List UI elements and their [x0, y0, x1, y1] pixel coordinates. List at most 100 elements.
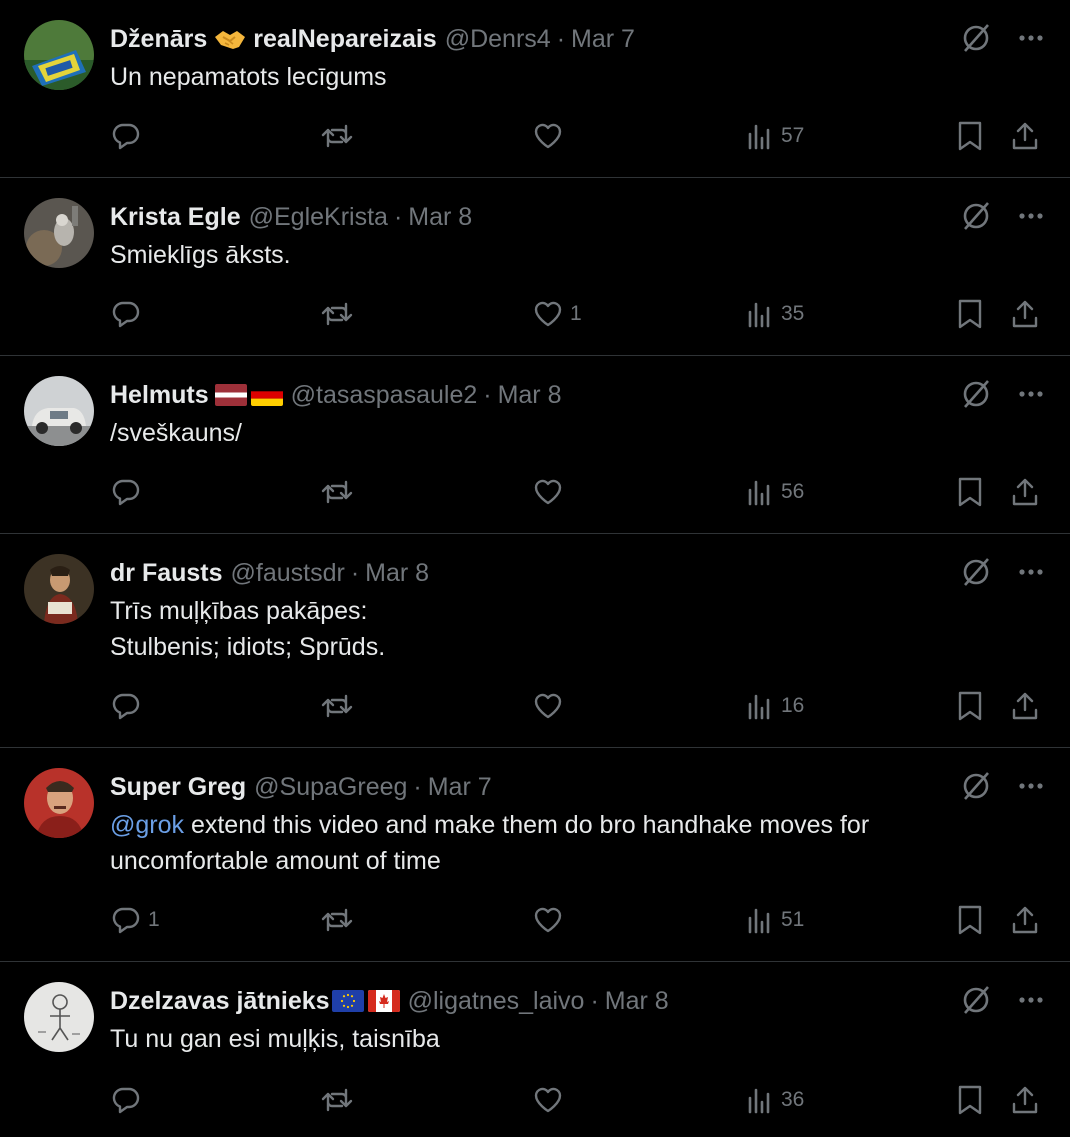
grok-icon[interactable] [960, 378, 992, 410]
bookmark-icon [958, 299, 982, 329]
post-date[interactable]: Mar 8 [408, 203, 472, 232]
like-button[interactable]: 1 [532, 294, 582, 334]
author-handle[interactable]: @Denrs4 [445, 25, 551, 54]
more-icon[interactable] [1018, 212, 1044, 220]
bookmark-button[interactable] [956, 900, 984, 940]
share-button[interactable] [1010, 116, 1040, 156]
retweet-button[interactable] [320, 116, 360, 156]
retweet-button[interactable] [320, 294, 360, 334]
tweet[interactable]: Dzelzavas jātnieks @ligatnes_laivo · Mar… [0, 962, 1070, 1137]
views-button[interactable]: 51 [745, 900, 804, 940]
separator-dot: · [393, 202, 403, 231]
tweet[interactable]: Super Greg @SupaGreeg · Mar 7 @grok exte… [0, 748, 1070, 962]
more-icon[interactable] [1018, 390, 1044, 398]
views-button[interactable]: 16 [745, 686, 804, 726]
reply-button[interactable] [110, 472, 148, 512]
like-button[interactable] [532, 116, 570, 156]
share-button[interactable] [1010, 1080, 1040, 1120]
post-date[interactable]: Mar 7 [571, 25, 635, 54]
bookmark-button[interactable] [956, 472, 984, 512]
retweet-button[interactable] [320, 686, 360, 726]
author-name[interactable]: Dženārs [110, 25, 207, 54]
retweet-icon [321, 124, 353, 148]
tweet[interactable]: Krista Egle @EgleKrista · Mar 8 Smieklīg… [0, 178, 1070, 356]
grok-icon[interactable] [960, 22, 992, 54]
author-handle[interactable]: @SupaGreeg [254, 773, 407, 802]
bookmark-button[interactable] [956, 686, 984, 726]
views-icon [748, 694, 770, 720]
avatar[interactable] [24, 376, 94, 446]
share-icon [1012, 300, 1038, 328]
reply-icon [112, 301, 140, 328]
author-name[interactable]: dr Fausts [110, 559, 223, 588]
author-handle[interactable]: @EgleKrista [249, 203, 388, 232]
mention-link[interactable]: @grok [110, 811, 184, 839]
reply-button[interactable] [110, 294, 148, 334]
avatar[interactable] [24, 768, 94, 838]
share-icon [1012, 906, 1038, 934]
share-button[interactable] [1010, 900, 1040, 940]
tweet-text-line: uncomfortable amount of time [110, 847, 441, 875]
more-icon[interactable] [1018, 996, 1044, 1004]
bookmark-button[interactable] [956, 116, 984, 156]
avatar[interactable] [24, 20, 94, 90]
tweet[interactable]: dr Fausts @faustsdr · Mar 8 Trīs muļķība… [0, 534, 1070, 748]
like-button[interactable] [532, 686, 570, 726]
like-button[interactable] [532, 472, 570, 512]
views-count: 16 [781, 694, 805, 717]
tweet-text: /sveškauns/ [110, 415, 1070, 451]
reply-icon [112, 693, 140, 720]
more-icon[interactable] [1018, 568, 1044, 576]
share-button[interactable] [1010, 686, 1040, 726]
post-date[interactable]: Mar 8 [605, 987, 669, 1016]
author-name[interactable]: Helmuts [110, 381, 209, 410]
author-name[interactable]: Krista Egle [110, 203, 241, 232]
more-icon[interactable] [1018, 782, 1044, 790]
heart-icon [534, 907, 562, 933]
handshake-emoji [213, 25, 247, 53]
reply-button[interactable]: 1 [110, 900, 160, 940]
heart-icon [534, 123, 562, 149]
author-name[interactable]: Dzelzavas jātnieks [110, 987, 330, 1016]
reply-button[interactable] [110, 1080, 148, 1120]
share-icon [1012, 1086, 1038, 1114]
avatar[interactable] [24, 554, 94, 624]
grok-icon[interactable] [960, 200, 992, 232]
post-date[interactable]: Mar 8 [365, 559, 429, 588]
author-handle[interactable]: @ligatnes_laivo [408, 987, 585, 1016]
reply-button[interactable] [110, 116, 148, 156]
tweet[interactable]: Dženārs realNepareizais @Denrs4 · Mar 7 … [0, 0, 1070, 178]
like-button[interactable] [532, 1080, 570, 1120]
views-button[interactable]: 57 [745, 116, 804, 156]
author-name-suffix[interactable]: realNepareizais [253, 25, 436, 54]
avatar[interactable] [24, 982, 94, 1052]
author-handle[interactable]: @tasaspasaule2 [291, 381, 478, 410]
views-button[interactable]: 35 [745, 294, 804, 334]
tweet-actions: 1 51 [110, 900, 1042, 940]
share-button[interactable] [1010, 472, 1040, 512]
avatar[interactable] [24, 198, 94, 268]
bookmark-button[interactable] [956, 294, 984, 334]
like-button[interactable] [532, 900, 570, 940]
grok-icon[interactable] [960, 984, 992, 1016]
tweet-text: Un nepamatots lecīgums [110, 59, 1070, 95]
retweet-button[interactable] [320, 472, 360, 512]
retweet-button[interactable] [320, 900, 360, 940]
retweet-button[interactable] [320, 1080, 360, 1120]
views-button[interactable]: 56 [745, 472, 804, 512]
bookmark-button[interactable] [956, 1080, 984, 1120]
author-name[interactable]: Super Greg [110, 773, 246, 802]
author-handle[interactable]: @faustsdr [231, 559, 345, 588]
reply-button[interactable] [110, 686, 148, 726]
views-button[interactable]: 36 [745, 1080, 804, 1120]
tweet[interactable]: Helmuts @tasaspasaule2 · Mar 8 /sveškaun… [0, 356, 1070, 534]
share-button[interactable] [1010, 294, 1040, 334]
grok-icon[interactable] [960, 556, 992, 588]
post-date[interactable]: Mar 7 [428, 773, 492, 802]
tweet-text: @grok extend this video and make them do… [110, 807, 1070, 879]
more-icon[interactable] [1018, 34, 1044, 42]
views-icon [748, 124, 770, 150]
grok-icon[interactable] [960, 770, 992, 802]
separator-dot: · [350, 558, 360, 587]
post-date[interactable]: Mar 8 [498, 381, 562, 410]
